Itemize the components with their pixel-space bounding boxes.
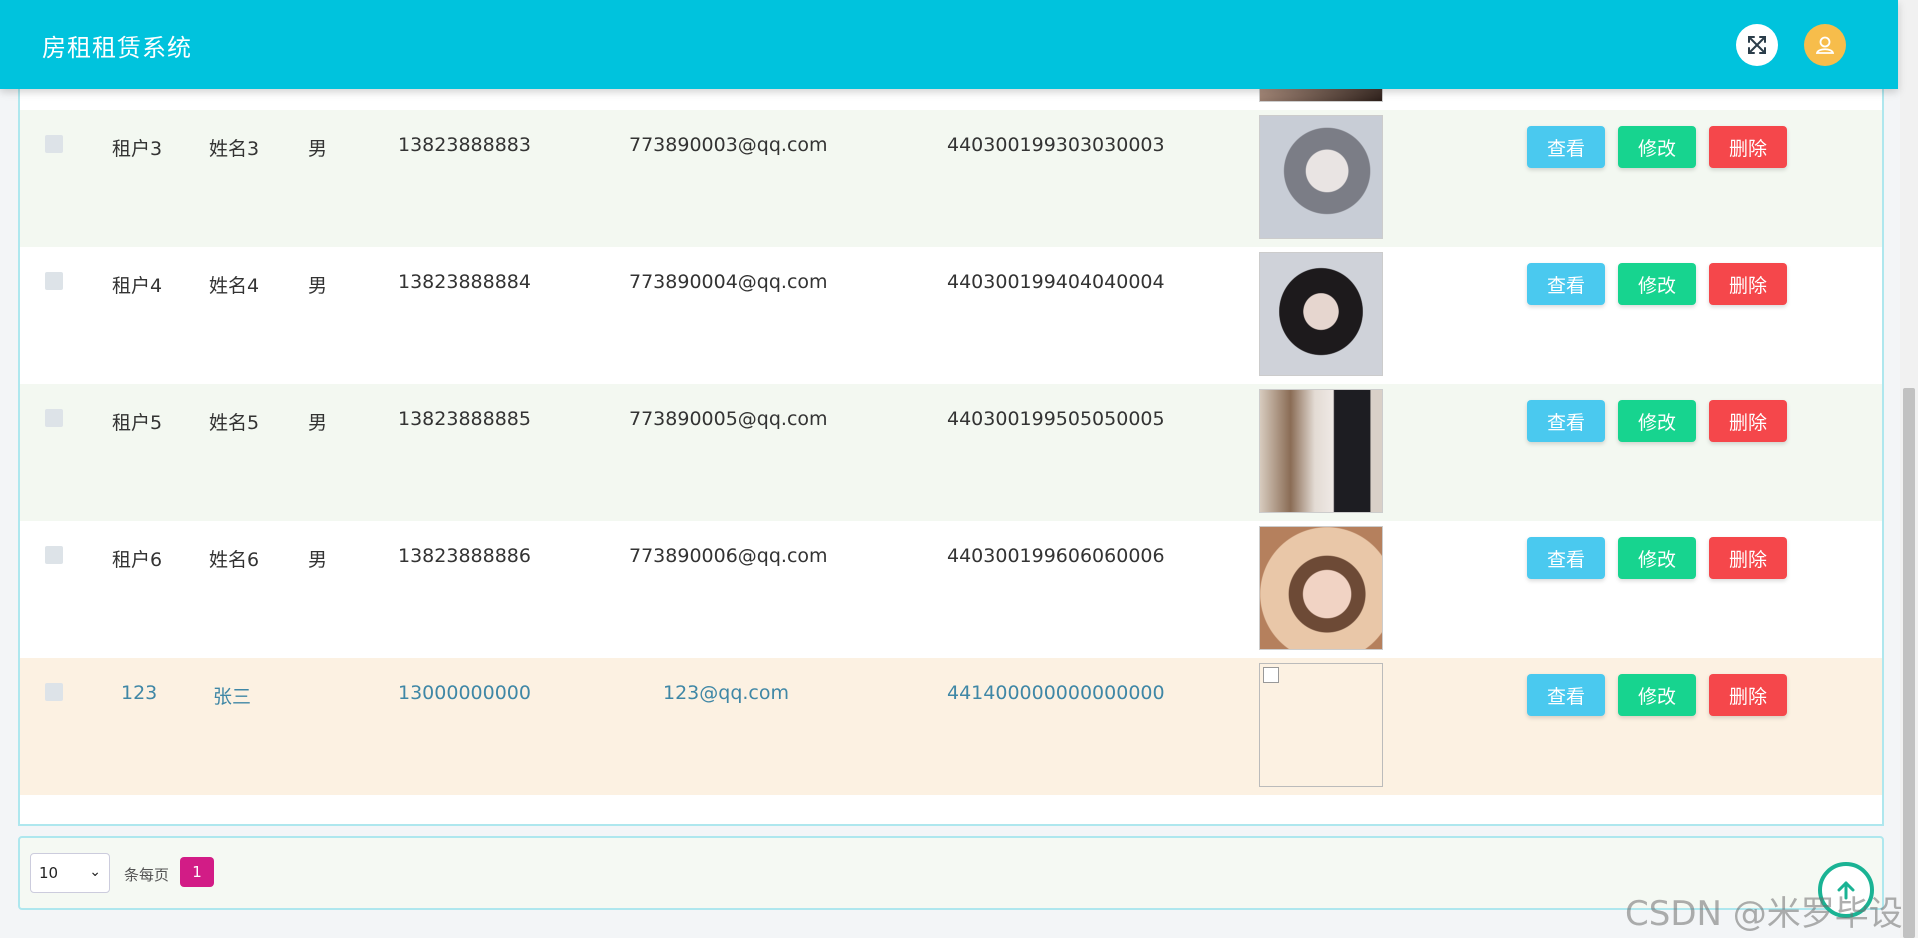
name-cell: 姓名3 <box>209 138 260 160</box>
edit-button[interactable]: 修改 <box>1618 400 1696 442</box>
phone-cell: 13000000000 <box>398 682 531 704</box>
account-cell: 租户6 <box>112 549 163 571</box>
phone-cell: 13823888883 <box>398 134 531 156</box>
scrollbar-thumb[interactable] <box>1903 388 1915 938</box>
account-cell: 租户4 <box>112 275 163 297</box>
email-cell: 773890004@qq.com <box>629 271 828 293</box>
gender-cell: 男 <box>308 412 328 434</box>
delete-button[interactable]: 删除 <box>1709 126 1787 168</box>
tenant-photo[interactable] <box>1259 526 1383 650</box>
email-cell: 773890005@qq.com <box>629 408 828 430</box>
phone-cell: 13823888884 <box>398 271 531 293</box>
delete-button[interactable]: 删除 <box>1709 400 1787 442</box>
row-checkbox[interactable] <box>45 409 63 427</box>
top-header: 房租租赁系统 <box>0 0 1898 89</box>
view-button[interactable]: 查看 <box>1527 537 1605 579</box>
fullscreen-button[interactable] <box>1736 24 1778 66</box>
table-row: 租户4 姓名4 男 13823888884 773890004@qq.com 4… <box>20 247 1882 384</box>
tenant-table: 租户3 姓名3 男 13823888883 773890003@qq.com 4… <box>18 60 1884 826</box>
edit-button[interactable]: 修改 <box>1618 126 1696 168</box>
per-page-label: 条每页 <box>124 866 170 884</box>
name-cell: 姓名5 <box>209 412 260 434</box>
gender-cell: 男 <box>308 138 328 160</box>
fullscreen-icon <box>1748 36 1766 54</box>
gender-cell: 男 <box>308 549 328 571</box>
table-row: 租户3 姓名3 男 13823888883 773890003@qq.com 4… <box>20 110 1882 247</box>
email-cell: 773890006@qq.com <box>629 545 828 567</box>
name-cell: 姓名6 <box>209 549 260 571</box>
tenant-photo[interactable] <box>1259 115 1383 239</box>
account-cell: 123 <box>121 682 158 704</box>
watermark: CSDN @米罗毕设 <box>1625 894 1903 934</box>
email-cell: 123@qq.com <box>663 682 790 704</box>
pagination-bar: 10 ⌄ 条每页 1 <box>18 836 1884 910</box>
id-card-cell: 440300199505050005 <box>947 408 1165 430</box>
account-cell: 租户3 <box>112 138 163 160</box>
edit-button[interactable]: 修改 <box>1618 263 1696 305</box>
tenant-photo[interactable] <box>1259 389 1383 513</box>
view-button[interactable]: 查看 <box>1527 126 1605 168</box>
delete-button[interactable]: 删除 <box>1709 674 1787 716</box>
id-card-cell: 441400000000000000 <box>947 682 1165 704</box>
table-row: 租户5 姓名5 男 13823888885 773890005@qq.com 4… <box>20 384 1882 521</box>
page-size-select[interactable]: 10 ⌄ <box>30 853 110 893</box>
email-cell: 773890003@qq.com <box>629 134 828 156</box>
tenant-photo[interactable] <box>1259 252 1383 376</box>
phone-cell: 13823888885 <box>398 408 531 430</box>
view-button[interactable]: 查看 <box>1527 400 1605 442</box>
app-title: 房租租赁系统 <box>42 34 192 62</box>
user-avatar-button[interactable] <box>1804 24 1846 66</box>
edit-button[interactable]: 修改 <box>1618 674 1696 716</box>
user-icon <box>1815 36 1835 54</box>
id-card-cell: 440300199303030003 <box>947 134 1165 156</box>
chevron-down-icon: ⌄ <box>89 864 101 880</box>
view-button[interactable]: 查看 <box>1527 674 1605 716</box>
row-checkbox[interactable] <box>45 546 63 564</box>
gender-cell: 男 <box>308 275 328 297</box>
row-checkbox[interactable] <box>45 683 63 701</box>
page-size-value: 10 <box>39 864 59 882</box>
phone-cell: 13823888886 <box>398 545 531 567</box>
tenant-photo[interactable] <box>1259 663 1383 787</box>
broken-image-icon <box>1263 667 1279 683</box>
id-card-cell: 440300199404040004 <box>947 271 1165 293</box>
table-row: 租户6 姓名6 男 13823888886 773890006@qq.com 4… <box>20 521 1882 658</box>
id-card-cell: 440300199606060006 <box>947 545 1165 567</box>
delete-button[interactable]: 删除 <box>1709 537 1787 579</box>
view-button[interactable]: 查看 <box>1527 263 1605 305</box>
name-cell: 姓名4 <box>209 275 260 297</box>
name-cell: 张三 <box>213 686 252 708</box>
table-row: 123 张三 13000000000 123@qq.com 4414000000… <box>20 658 1882 795</box>
page-number-button[interactable]: 1 <box>180 857 214 887</box>
row-checkbox[interactable] <box>45 272 63 290</box>
account-cell: 租户5 <box>112 412 163 434</box>
row-checkbox[interactable] <box>45 135 63 153</box>
edit-button[interactable]: 修改 <box>1618 537 1696 579</box>
delete-button[interactable]: 删除 <box>1709 263 1787 305</box>
